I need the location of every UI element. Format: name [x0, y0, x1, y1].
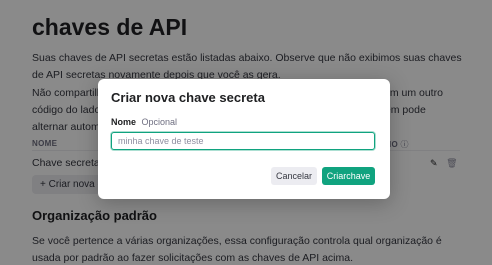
optional-label: Opcional	[141, 117, 178, 127]
create-key-dialog: Criar nova chave secreta Nome Opcional C…	[98, 79, 390, 199]
name-field-label: Nome Opcional	[111, 117, 178, 127]
create-key-submit-button[interactable]: Criarchave	[322, 167, 375, 185]
dialog-title: Criar nova chave secreta	[111, 90, 265, 105]
key-name-input[interactable]	[111, 132, 375, 150]
cancel-button[interactable]: Cancelar	[271, 167, 317, 185]
